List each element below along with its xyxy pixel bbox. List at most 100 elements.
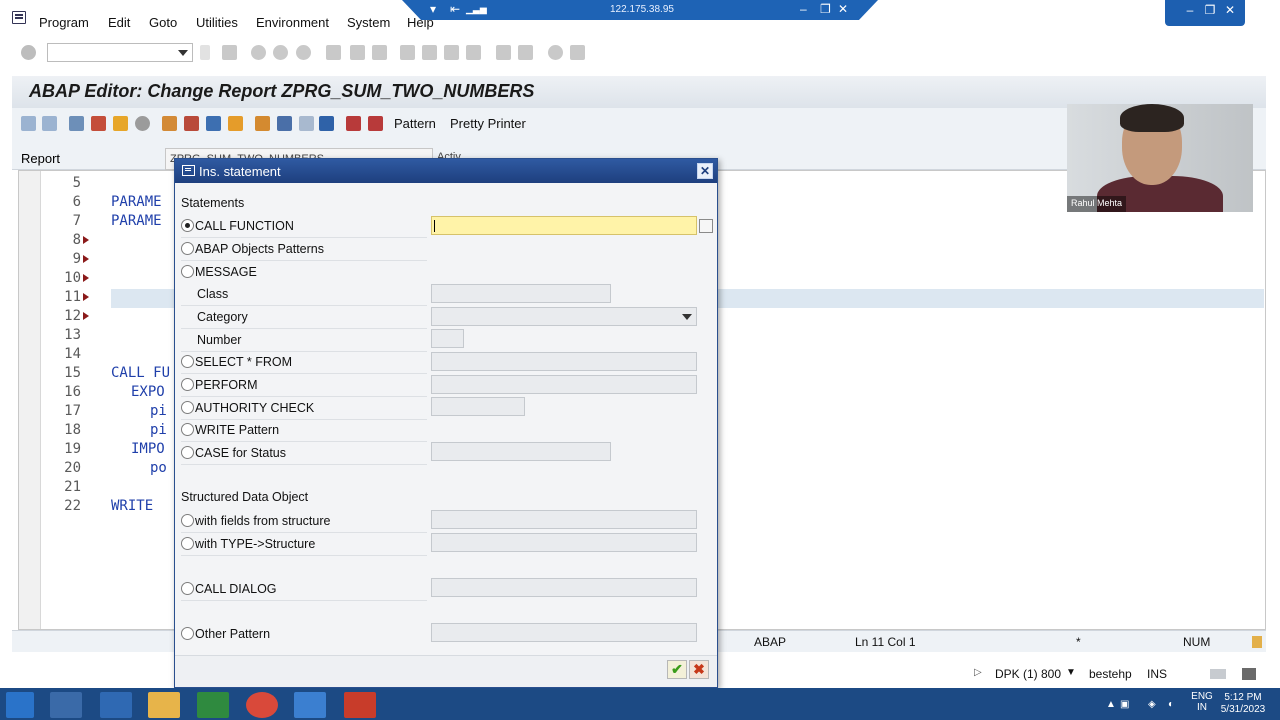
authority-check-input[interactable]	[431, 397, 525, 416]
back-icon[interactable]	[251, 45, 266, 60]
windows-start-icon[interactable]	[6, 692, 34, 718]
tray-up-icon[interactable]: ▲	[1106, 699, 1116, 710]
menu-utilities[interactable]: Utilities	[196, 15, 238, 30]
radio-message[interactable]	[181, 265, 194, 278]
first-page-icon[interactable]	[400, 45, 415, 60]
fullscreen-icon[interactable]	[299, 116, 314, 131]
language-indicator[interactable]: ENG IN	[1188, 691, 1216, 713]
call-dialog-input[interactable]	[431, 578, 697, 597]
enhance-icon[interactable]	[346, 116, 361, 131]
connection-icon[interactable]: ⇤	[450, 2, 460, 16]
network-icon[interactable]: ▣	[1120, 699, 1129, 710]
taskbar-clock[interactable]: 5:12 PM 5/31/2023	[1218, 692, 1268, 716]
radio-perform[interactable]	[181, 378, 194, 391]
rd-restore-icon[interactable]: ❐	[820, 2, 831, 16]
find-icon[interactable]	[350, 45, 365, 60]
option-select-from[interactable]: SELECT * FROM	[181, 353, 411, 371]
info-icon[interactable]	[319, 116, 334, 131]
back-arrow-icon[interactable]	[21, 116, 36, 131]
option-abap-objects-patterns[interactable]: ABAP Objects Patterns	[181, 240, 411, 258]
exit-icon[interactable]	[273, 45, 288, 60]
file-manager-icon[interactable]	[50, 692, 82, 718]
menu-goto[interactable]: Goto	[149, 15, 177, 30]
store-icon[interactable]	[197, 692, 229, 718]
volume-icon[interactable]: ◐	[1168, 699, 1174, 710]
print-icon[interactable]	[326, 45, 341, 60]
option-authority-check[interactable]: AUTHORITY CHECK	[181, 399, 411, 417]
navigation-icon[interactable]	[206, 116, 221, 131]
chrome-icon[interactable]	[246, 692, 278, 718]
option-call-dialog[interactable]: CALL DIALOG	[181, 580, 411, 598]
menu-system[interactable]: System	[347, 15, 390, 30]
radio-call-function[interactable]	[181, 219, 194, 232]
rd-minimize-icon[interactable]: –	[800, 2, 807, 16]
case-for-status-input[interactable]	[431, 442, 611, 461]
radio-authority-check[interactable]	[181, 401, 194, 414]
activate-icon[interactable]	[113, 116, 128, 131]
radio-write-pattern[interactable]	[181, 423, 194, 436]
test-icon[interactable]	[135, 116, 150, 131]
menu-program[interactable]: Program	[39, 15, 89, 30]
display-change-icon[interactable]	[69, 116, 84, 131]
cancel-icon[interactable]	[296, 45, 311, 60]
insert-icon[interactable]	[228, 116, 243, 131]
breakpoint-marker-icon[interactable]	[83, 274, 89, 282]
chevron-down-icon[interactable]	[682, 314, 692, 320]
lock-icon[interactable]	[1242, 668, 1256, 680]
type-structure-input[interactable]	[431, 533, 697, 552]
breakpoint-marker-icon[interactable]	[83, 312, 89, 320]
option-perform[interactable]: PERFORM	[181, 376, 411, 394]
perform-input[interactable]	[431, 375, 697, 394]
minimize-icon[interactable]: –	[1183, 3, 1197, 17]
option-message[interactable]: MESSAGE	[181, 263, 411, 281]
breakpoint-marker-icon[interactable]	[83, 293, 89, 301]
forward-arrow-icon[interactable]	[42, 116, 57, 131]
notes-icon[interactable]	[1252, 636, 1262, 648]
debug-icon[interactable]	[368, 116, 383, 131]
close-window-icon[interactable]: ✕	[1223, 3, 1237, 17]
continue-button[interactable]: ✔	[667, 660, 687, 679]
object-list-icon[interactable]	[184, 116, 199, 131]
enter-icon[interactable]	[21, 45, 36, 60]
hierarchy-icon[interactable]	[255, 116, 270, 131]
shield-icon[interactable]: ◈	[1148, 699, 1156, 710]
option-case-for-status[interactable]: CASE for Status	[181, 444, 411, 462]
new-session-icon[interactable]	[496, 45, 511, 60]
radio-case-for-status[interactable]	[181, 446, 194, 459]
breakpoint-marker-icon[interactable]	[83, 236, 89, 244]
menu-environment[interactable]: Environment	[256, 15, 329, 30]
radio-abap-objects-patterns[interactable]	[181, 242, 194, 255]
where-used-icon[interactable]	[162, 116, 177, 131]
powershell-icon[interactable]	[100, 692, 132, 718]
check-icon[interactable]	[91, 116, 106, 131]
breakpoint-marker-icon[interactable]	[83, 255, 89, 263]
radio-other-pattern[interactable]	[181, 627, 194, 640]
option-write-pattern[interactable]: WRITE Pattern	[181, 421, 411, 439]
find-next-icon[interactable]	[372, 45, 387, 60]
call-function-input[interactable]	[431, 216, 697, 235]
other-pattern-input[interactable]	[431, 623, 697, 642]
select-from-input[interactable]	[431, 352, 697, 371]
pin-icon[interactable]: ▾	[430, 2, 436, 16]
message-number-input[interactable]	[431, 329, 464, 348]
fields-from-structure-input[interactable]	[431, 510, 697, 529]
cancel-button[interactable]: ✖	[689, 660, 709, 679]
option-with-fields-from-structure[interactable]: with fields from structure	[181, 512, 411, 530]
sap-gui-icon[interactable]	[344, 692, 376, 718]
breakpoint-icon[interactable]	[277, 116, 292, 131]
shortcut-icon[interactable]	[518, 45, 533, 60]
expand-arrow-icon[interactable]: ▷	[974, 667, 982, 678]
option-with-type-structure[interactable]: with TYPE->Structure	[181, 535, 411, 553]
previous-page-icon[interactable]	[422, 45, 437, 60]
message-category-select[interactable]	[431, 307, 697, 326]
dock-icon[interactable]	[1210, 669, 1226, 679]
command-field[interactable]	[47, 43, 193, 62]
menu-edit[interactable]: Edit	[108, 15, 130, 30]
radio-select-from[interactable]	[181, 355, 194, 368]
pattern-button[interactable]: Pattern	[394, 116, 436, 131]
next-page-icon[interactable]	[444, 45, 459, 60]
rd-close-icon[interactable]: ✕	[838, 2, 848, 16]
chevron-down-icon[interactable]	[178, 50, 188, 56]
maximize-icon[interactable]: ❐	[1203, 3, 1217, 17]
save-icon[interactable]	[222, 45, 237, 60]
